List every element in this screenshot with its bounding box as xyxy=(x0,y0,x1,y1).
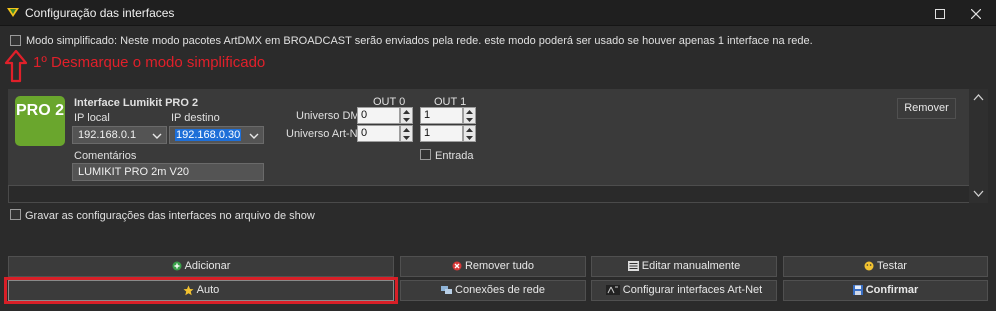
comments-field[interactable]: LUMIKIT PRO 2m V20 xyxy=(72,163,264,181)
remove-all-button[interactable]: Remover tudo xyxy=(400,256,586,277)
add-button[interactable]: Adicionar xyxy=(8,256,394,277)
dmx-out0-stepper[interactable]: 0 xyxy=(357,107,400,124)
dmx-out1-stepper[interactable]: 1 xyxy=(420,107,463,124)
remove-button[interactable]: Remover xyxy=(897,98,956,119)
artnet-out1-spin-buttons[interactable] xyxy=(463,125,476,142)
panel-scrollbar[interactable] xyxy=(969,89,988,203)
test-button[interactable]: Testar xyxy=(783,256,988,277)
save-show-label[interactable]: Gravar as configurações das interfaces n… xyxy=(25,210,315,222)
spin-down-icon[interactable] xyxy=(463,116,476,124)
test-icon xyxy=(864,261,874,271)
spin-up-icon[interactable] xyxy=(463,126,476,134)
network-connections-button[interactable]: Conexões de rede xyxy=(400,280,586,301)
remove-icon xyxy=(452,261,462,271)
save-show-checkbox[interactable] xyxy=(10,209,21,220)
artnet-out0-spin-buttons[interactable] xyxy=(400,125,413,142)
title-bar: Configuração das interfaces xyxy=(0,0,996,26)
network-icon xyxy=(441,286,453,295)
ip-dest-label: IP destino xyxy=(171,112,220,124)
dmx-out0-spin-buttons[interactable] xyxy=(400,107,413,124)
input-checkbox[interactable] xyxy=(420,149,431,160)
scroll-up-icon[interactable] xyxy=(973,93,984,101)
edit-manual-label: Editar manualmente xyxy=(641,260,741,272)
simplified-mode-checkbox[interactable] xyxy=(10,35,21,46)
app-logo-icon xyxy=(7,8,19,17)
auto-highlight-box xyxy=(4,277,398,304)
artnet-icon xyxy=(605,285,620,296)
ip-local-label: IP local xyxy=(74,112,110,124)
test-label: Testar xyxy=(877,260,907,272)
close-button[interactable] xyxy=(956,0,996,26)
up-arrow-icon xyxy=(4,49,28,83)
ip-local-value: 192.168.0.1 xyxy=(78,129,137,141)
ip-local-select[interactable]: 192.168.0.1 xyxy=(72,126,167,144)
chevron-down-icon xyxy=(249,133,259,139)
confirm-label: Confirmar xyxy=(865,284,919,296)
ip-dest-value: 192.168.0.30 xyxy=(175,129,242,141)
interface-name: Interface Lumikit PRO 2 xyxy=(74,97,199,109)
spin-down-icon[interactable] xyxy=(400,116,413,124)
config-artnet-button[interactable]: Configurar interfaces Art-Net xyxy=(591,280,777,301)
network-connections-label: Conexões de rede xyxy=(455,284,545,296)
spin-up-icon[interactable] xyxy=(463,108,476,116)
dmx-out1-spin-buttons[interactable] xyxy=(463,107,476,124)
interface-logo: PRO 2 xyxy=(15,96,65,146)
artnet-out1-stepper[interactable]: 1 xyxy=(420,125,463,142)
artnet-out0-stepper[interactable]: 0 xyxy=(357,125,400,142)
scroll-down-icon[interactable] xyxy=(973,190,984,198)
spin-up-icon[interactable] xyxy=(400,126,413,134)
edit-manual-button[interactable]: Editar manualmente xyxy=(591,256,777,277)
save-icon xyxy=(852,285,863,296)
comments-label: Comentários xyxy=(74,150,137,162)
maximize-button[interactable] xyxy=(920,0,960,26)
config-artnet-label: Configurar interfaces Art-Net xyxy=(622,284,763,296)
simplified-mode-label[interactable]: Modo simplificado: Neste modo pacotes Ar… xyxy=(26,35,813,47)
add-icon xyxy=(172,261,182,271)
universe-artnet-label: Universo Art-Net xyxy=(286,128,367,140)
panel-divider xyxy=(8,185,976,186)
close-icon xyxy=(970,8,982,19)
spin-down-icon[interactable] xyxy=(400,134,413,142)
input-label[interactable]: Entrada xyxy=(435,150,474,162)
confirm-button[interactable]: Confirmar xyxy=(783,280,988,301)
list-icon xyxy=(627,261,639,272)
add-label: Adicionar xyxy=(184,260,231,272)
annotation-text: 1º Desmarque o modo simplificado xyxy=(33,54,266,71)
window-title: Configuração das interfaces xyxy=(25,6,175,20)
chevron-down-icon xyxy=(152,133,162,139)
ip-dest-select[interactable]: 192.168.0.30 xyxy=(169,126,264,144)
spin-up-icon[interactable] xyxy=(400,108,413,116)
spin-down-icon[interactable] xyxy=(463,134,476,142)
remove-all-label: Remover tudo xyxy=(464,260,535,272)
maximize-icon xyxy=(935,8,945,19)
